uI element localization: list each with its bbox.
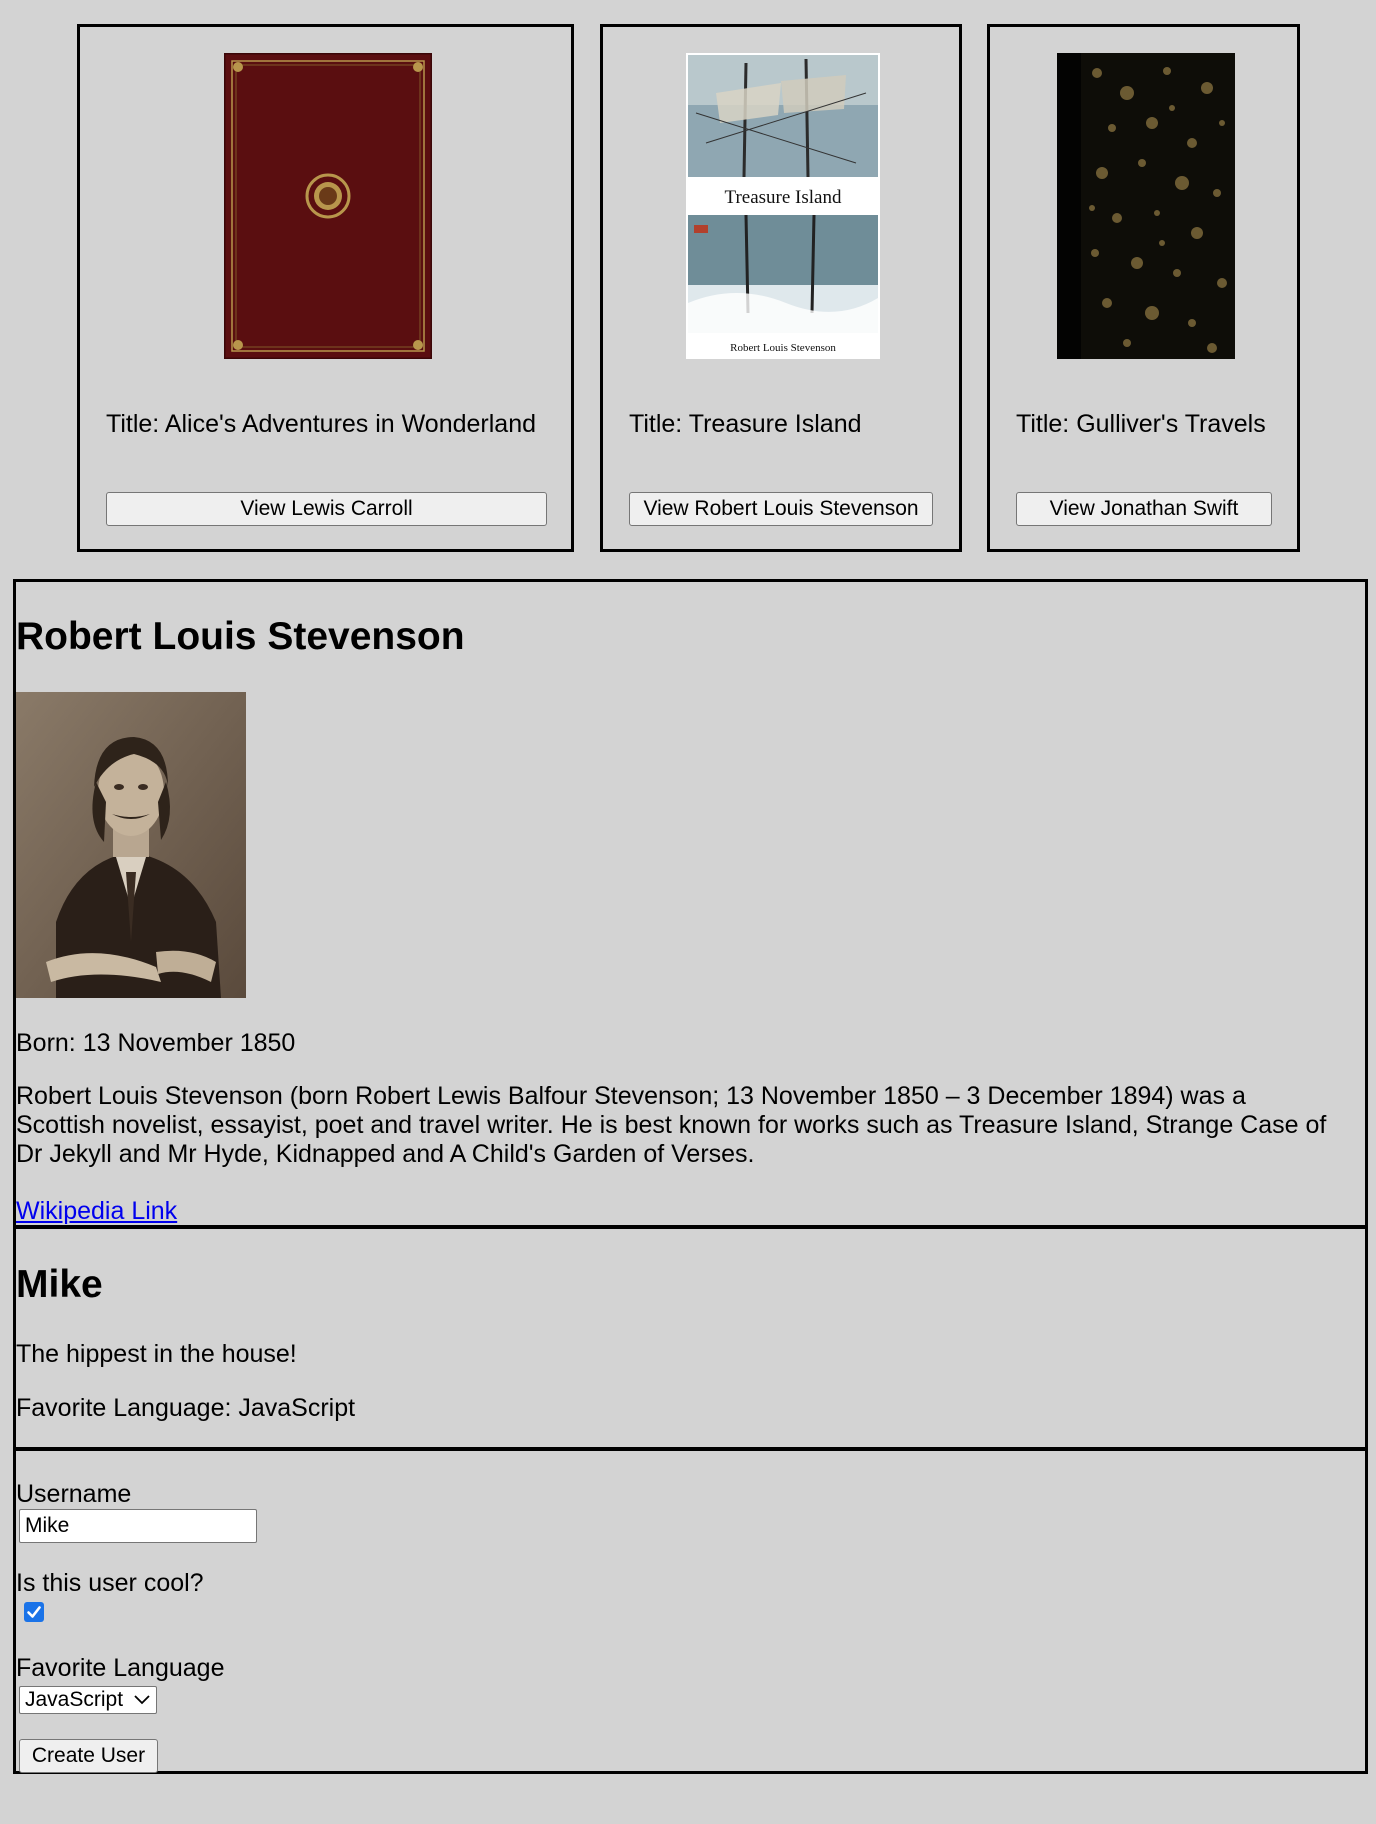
user-favorite-language: Favorite Language: JavaScript	[16, 1394, 356, 1422]
user-profile-panel: Mike The hippest in the house! Favorite …	[13, 1225, 1368, 1451]
book-cover-gullivers-travels	[1057, 53, 1235, 359]
book-card-gullivers-travels: Title: Gulliver's Travels View Jonathan …	[987, 24, 1300, 552]
wikipedia-link[interactable]: Wikipedia Link	[16, 1197, 177, 1226]
author-bio-line: Scottish novelist, essayist, poet and tr…	[16, 1111, 1327, 1139]
username-input[interactable]	[19, 1509, 257, 1543]
select-value: JavaScript	[25, 1688, 124, 1711]
checkmark-icon	[27, 1606, 41, 1618]
book-card-alice: Title: Alice's Adventures in Wonderland …	[77, 24, 574, 552]
author-detail-panel: Robert Louis Stevenson Born: 13 November…	[13, 579, 1368, 1229]
favorite-language-select[interactable]: JavaScript	[19, 1686, 157, 1714]
book-title: Title: Alice's Adventures in Wonderland	[106, 410, 537, 438]
view-author-button[interactable]: View Jonathan Swift	[1016, 492, 1272, 526]
user-name-heading: Mike	[16, 1263, 103, 1306]
username-label: Username	[16, 1480, 132, 1508]
create-user-form: Username Is this user cool? Favorite Lan…	[13, 1448, 1368, 1774]
book-title: Title: Gulliver's Travels	[1016, 410, 1266, 438]
cool-checkbox[interactable]	[24, 1602, 44, 1622]
chevron-down-icon	[134, 1695, 150, 1705]
cool-label: Is this user cool?	[16, 1569, 204, 1597]
favorite-language-label: Favorite Language	[16, 1654, 225, 1682]
user-tagline: The hippest in the house!	[16, 1340, 297, 1368]
view-author-button[interactable]: View Lewis Carroll	[106, 492, 547, 526]
book-title: Title: Treasure Island	[629, 410, 862, 438]
create-user-button[interactable]: Create User	[19, 1739, 158, 1773]
author-bio: Robert Louis Stevenson (born Robert Lewi…	[16, 1082, 1366, 1169]
book-cover-treasure-island: Treasure Island Robert Louis Stevenson	[686, 53, 880, 359]
author-bio-line: Robert Louis Stevenson (born Robert Lewi…	[16, 1082, 1246, 1110]
cover-author-text: Robert Louis Stevenson	[730, 342, 836, 354]
cover-title-text: Treasure Island	[725, 187, 842, 208]
book-card-treasure-island: Treasure Island Robert Louis Stevenson T…	[600, 24, 962, 552]
author-name-heading: Robert Louis Stevenson	[16, 615, 465, 658]
author-born: Born: 13 November 1850	[16, 1029, 296, 1057]
author-bio-line: Dr Jekyll and Mr Hyde, Kidnapped and A C…	[16, 1140, 755, 1168]
author-portrait	[16, 692, 246, 998]
book-cover-alice	[224, 53, 432, 359]
view-author-button[interactable]: View Robert Louis Stevenson	[629, 492, 933, 526]
